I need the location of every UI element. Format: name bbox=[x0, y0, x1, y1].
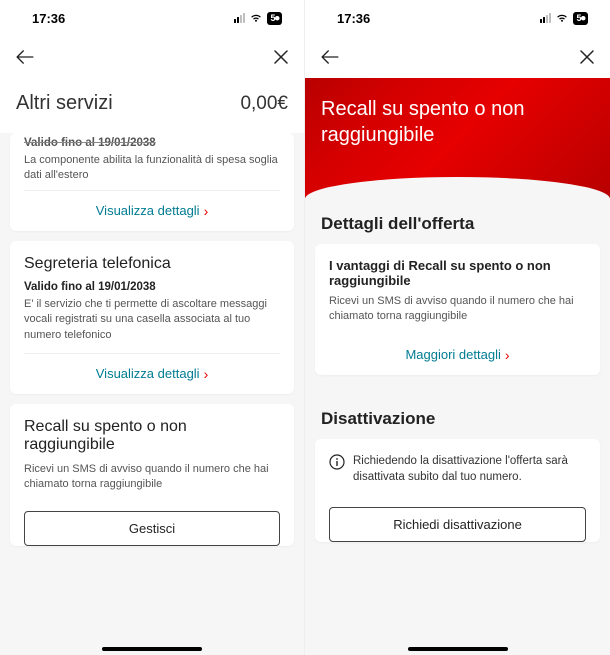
chevron-right-icon: › bbox=[505, 347, 510, 363]
back-icon[interactable] bbox=[321, 50, 339, 64]
status-time: 17:36 bbox=[337, 11, 370, 26]
status-icons: 5⏺ bbox=[234, 12, 282, 25]
nav-bar bbox=[0, 36, 304, 78]
service-card-recall: Recall su spento o non raggiungibile Ric… bbox=[10, 404, 294, 546]
signal-icon bbox=[234, 13, 245, 23]
view-details-link[interactable]: Visualizza dettagli › bbox=[10, 354, 294, 394]
card-title: I vantaggi di Recall su spento o non rag… bbox=[329, 258, 586, 288]
home-indicator[interactable] bbox=[102, 647, 202, 651]
back-icon[interactable] bbox=[16, 50, 34, 64]
cards-list: Valido fino al 19/01/2038 La componente … bbox=[0, 133, 304, 655]
status-icons: 5⏺ bbox=[540, 12, 588, 25]
close-icon[interactable] bbox=[580, 50, 594, 64]
status-bar: 17:36 5⏺ bbox=[305, 0, 610, 36]
nav-bar bbox=[305, 36, 610, 78]
page-amount: 0,00€ bbox=[240, 93, 288, 115]
wifi-icon bbox=[555, 13, 569, 23]
card-description: La componente abilita la funzionalità di… bbox=[24, 153, 280, 184]
card-description: E' il servizio che ti permette di ascolt… bbox=[24, 297, 280, 343]
card-description: Ricevi un SMS di avviso quando il numero… bbox=[24, 462, 280, 493]
screen-right: 17:36 5⏺ Recall su spento o non raggiung… bbox=[305, 0, 610, 655]
page-header: Altri servizi 0,00€ bbox=[0, 78, 304, 133]
service-card-truncated: Valido fino al 19/01/2038 La componente … bbox=[10, 133, 294, 231]
home-indicator[interactable] bbox=[408, 647, 508, 651]
view-details-link[interactable]: Visualizza dettagli › bbox=[10, 191, 294, 231]
info-row: Richiedendo la disattivazione l'offerta … bbox=[315, 439, 600, 499]
deactivation-card: Richiedendo la disattivazione l'offerta … bbox=[315, 439, 600, 542]
hero-title: Recall su spento o non raggiungibile bbox=[321, 96, 594, 148]
offer-details-card: I vantaggi di Recall su spento o non rag… bbox=[315, 244, 600, 375]
manage-button[interactable]: Gestisci bbox=[24, 511, 280, 546]
status-time: 17:36 bbox=[32, 11, 65, 26]
page-title: Altri servizi bbox=[16, 92, 113, 115]
card-title: Segreteria telefonica bbox=[24, 255, 280, 273]
status-bar: 17:36 5⏺ bbox=[0, 0, 304, 36]
link-label: Visualizza dettagli bbox=[96, 366, 200, 381]
network-badge: 5⏺ bbox=[573, 12, 588, 25]
close-icon[interactable] bbox=[274, 50, 288, 64]
screen-left: 17:36 5⏺ Altri servizi 0,00€ Valido fino… bbox=[0, 0, 305, 655]
wifi-icon bbox=[249, 13, 263, 23]
chevron-right-icon: › bbox=[204, 203, 209, 219]
section-title-deactivation: Disattivazione bbox=[305, 393, 610, 439]
info-text: Richiedendo la disattivazione l'offerta … bbox=[353, 453, 586, 485]
more-details-link[interactable]: Maggiori dettagli › bbox=[315, 335, 600, 375]
chevron-right-icon: › bbox=[204, 366, 209, 382]
card-validity: Valido fino al 19/01/2038 bbox=[24, 281, 280, 293]
card-title: Recall su spento o non raggiungibile bbox=[24, 418, 280, 454]
info-icon bbox=[329, 454, 345, 470]
link-label: Maggiori dettagli bbox=[405, 347, 500, 362]
card-validity: Valido fino al 19/01/2038 bbox=[24, 137, 280, 149]
hero-banner: Recall su spento o non raggiungibile bbox=[305, 78, 610, 198]
section-title-details: Dettagli dell'offerta bbox=[305, 198, 610, 244]
link-label: Visualizza dettagli bbox=[96, 203, 200, 218]
signal-icon bbox=[540, 13, 551, 23]
card-description: Ricevi un SMS di avviso quando il numero… bbox=[329, 294, 586, 325]
service-card-segreteria: Segreteria telefonica Valido fino al 19/… bbox=[10, 241, 294, 394]
network-badge: 5⏺ bbox=[267, 12, 282, 25]
request-deactivation-button[interactable]: Richiedi disattivazione bbox=[329, 507, 586, 542]
